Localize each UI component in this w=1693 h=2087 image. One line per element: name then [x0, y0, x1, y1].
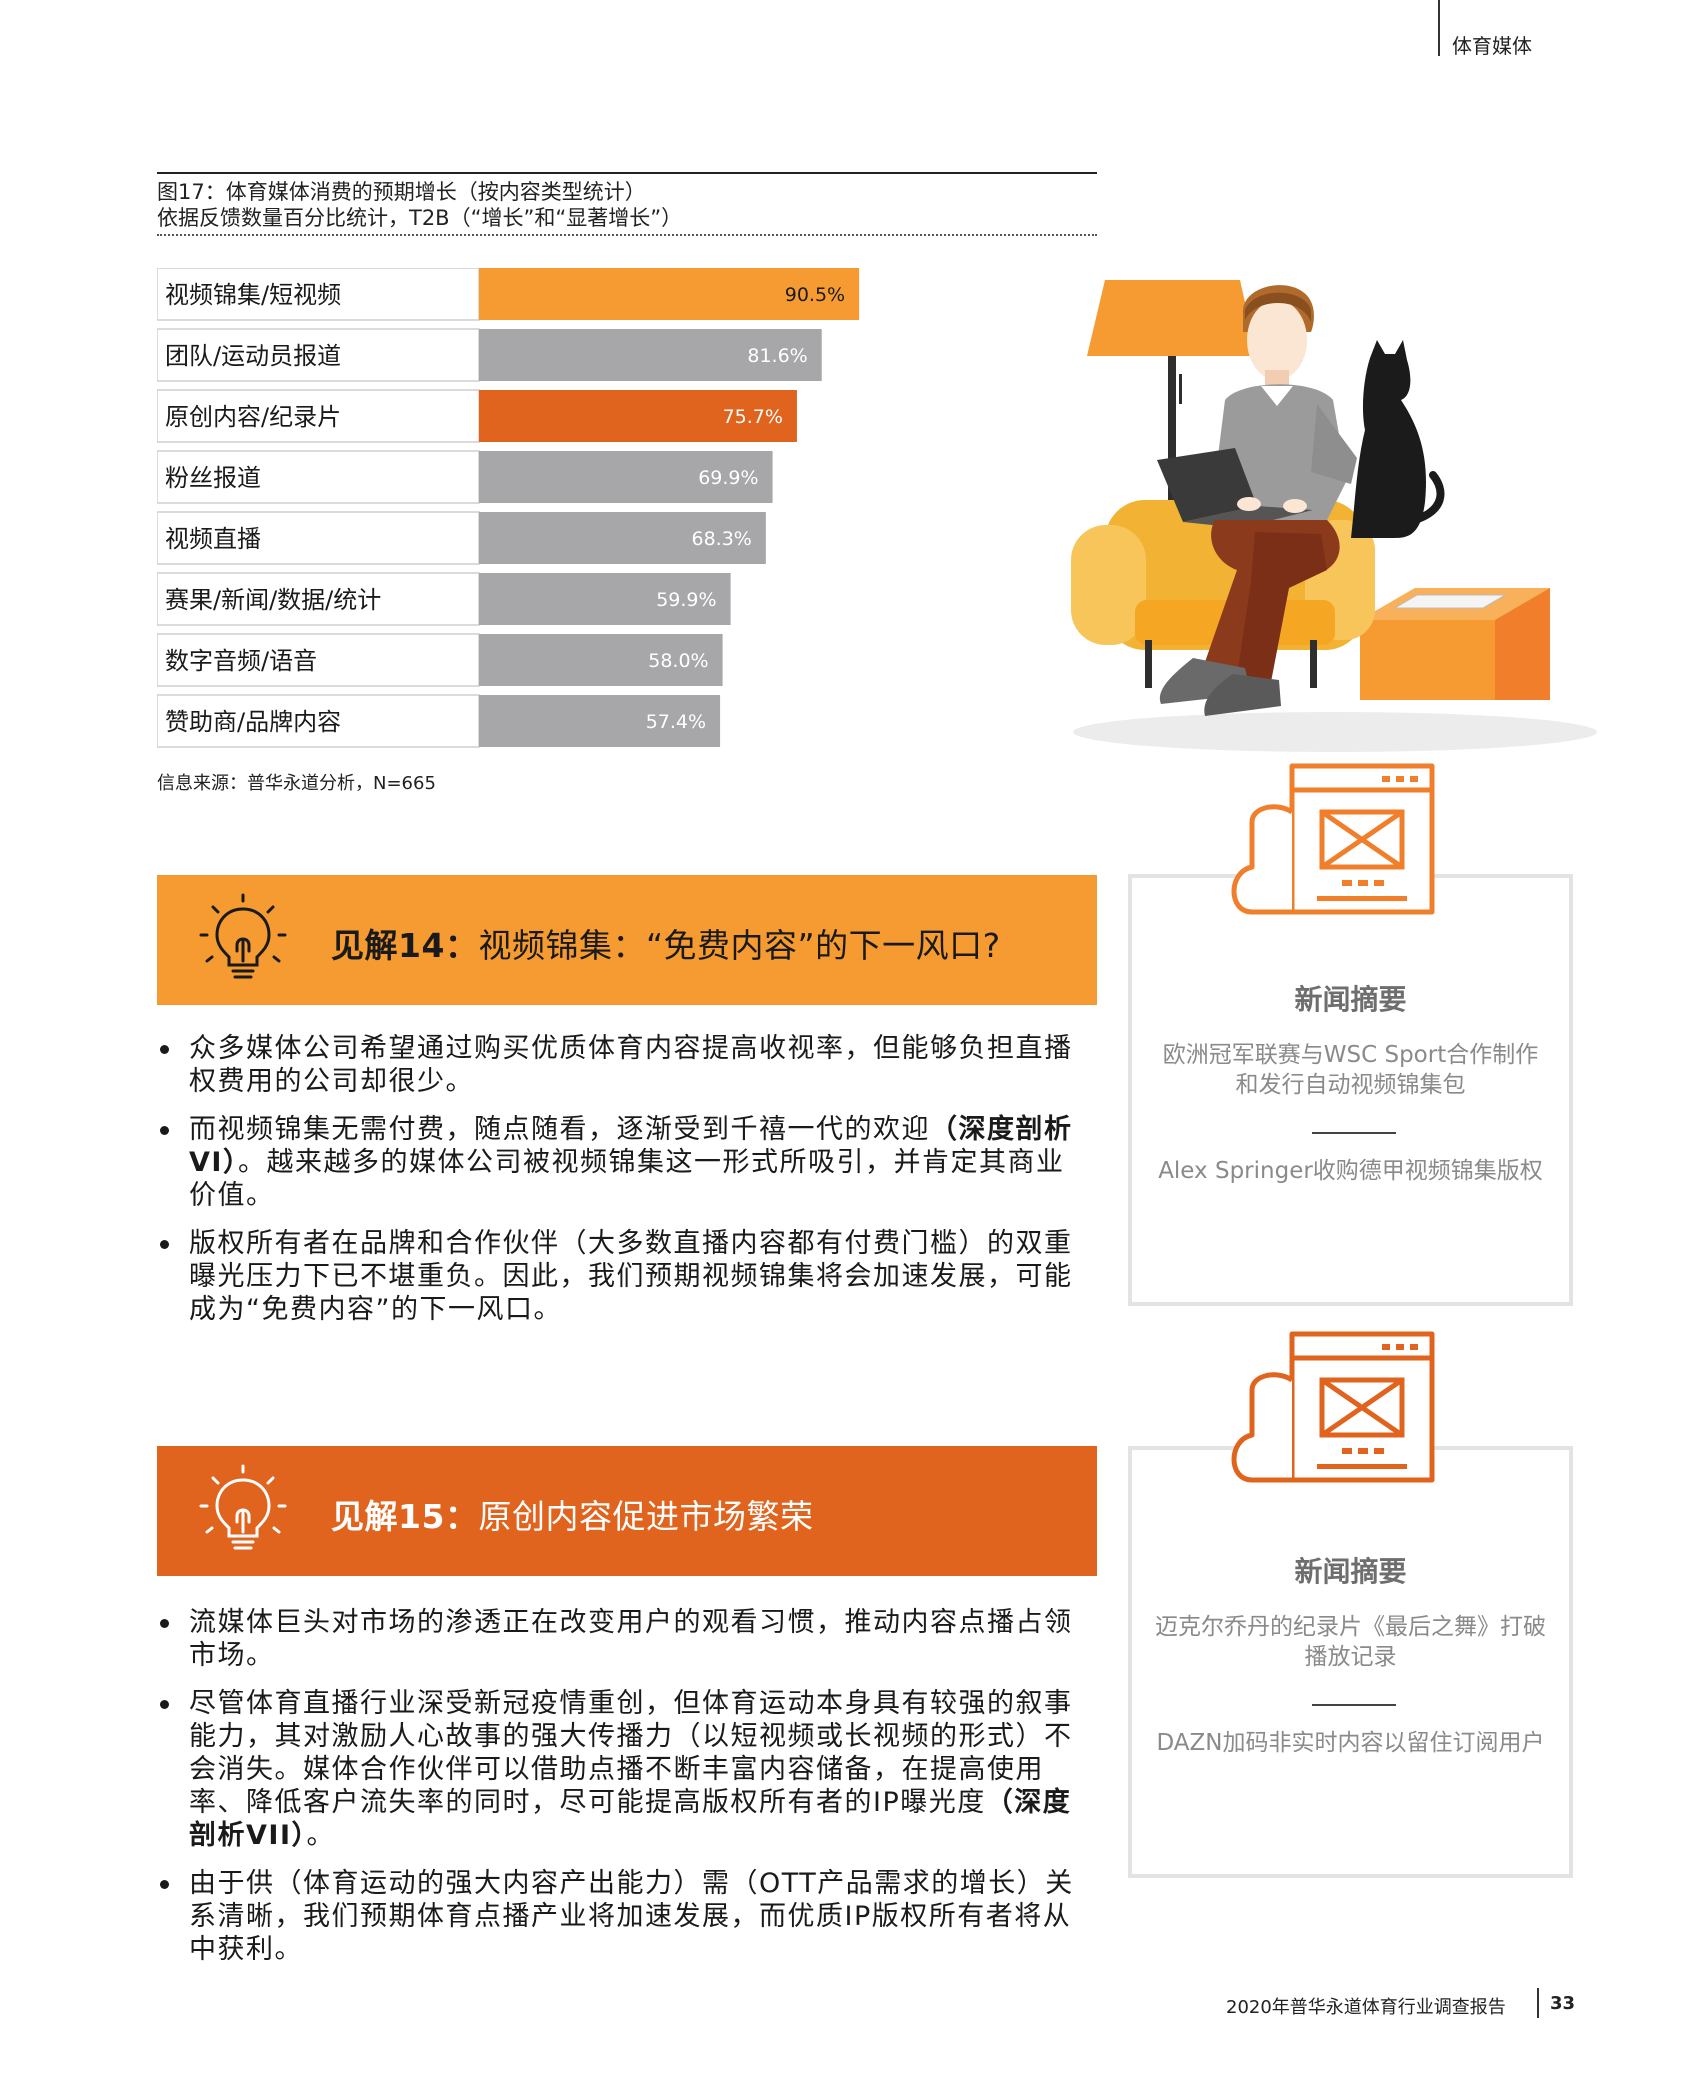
- bar-value-label: 57.4%: [646, 711, 706, 733]
- newspaper-icon: [1231, 763, 1435, 915]
- list-item: 尽管体育直播行业深受新冠疫情重创，但体育运动本身具有较强的叙事能力，其对激励人心…: [157, 1687, 1092, 1852]
- insight-15-number: 见解15：: [331, 1497, 479, 1536]
- news-heading: 新闻摘要: [1294, 1555, 1407, 1588]
- bar-value-label: 58.0%: [648, 650, 708, 672]
- person-with-laptop-illustration: [1071, 280, 1597, 752]
- page-number: 33: [1550, 1993, 1576, 2014]
- news-summary-box: 新闻摘要 欧洲冠军联赛与WSC Sport合作制作和发行自动视频锦集包 Alex…: [1128, 874, 1573, 1306]
- footer-report-title: 2020年普华永道体育行业调查报告: [1226, 1997, 1506, 2018]
- bar-value-label: 69.9%: [698, 467, 758, 489]
- figure-dotted-rule: [157, 234, 1097, 236]
- category-label: 视频锦集/短视频: [165, 281, 341, 309]
- section-title: 体育媒体: [1452, 34, 1532, 58]
- lightbulb-icon: [199, 893, 287, 979]
- insight-15-text: 原创内容促进市场繁荣: [478, 1497, 814, 1536]
- bar-value-label: 59.9%: [656, 589, 716, 611]
- category-label: 数字音频/语音: [165, 647, 317, 675]
- insight-15-banner: 见解15：原创内容促进市场繁荣: [157, 1446, 1097, 1576]
- news-heading: 新闻摘要: [1294, 983, 1407, 1016]
- header-rule: [1438, 0, 1440, 56]
- news-item: 迈克尔乔丹的纪录片《最后之舞》打破播放记录: [1155, 1614, 1546, 1670]
- footer-rule: [1537, 1988, 1539, 2018]
- news-divider: [1312, 1132, 1396, 1134]
- bar-value-label: 75.7%: [723, 406, 783, 428]
- category-label: 粉丝报道: [165, 464, 261, 492]
- news-item: DAZN加码非实时内容以留住订阅用户: [1156, 1730, 1545, 1756]
- lightbulb-icon: [199, 1464, 287, 1550]
- category-label: 视频直播: [165, 525, 261, 553]
- insight-14-banner: 见解14：视频锦集：“免费内容”的下一风口?: [157, 875, 1097, 1005]
- news-summary-box: 新闻摘要 迈克尔乔丹的纪录片《最后之舞》打破播放记录 DAZN加码非实时内容以留…: [1128, 1446, 1573, 1878]
- list-item: 而视频锦集无需付费，随点随看，逐渐受到千禧一代的欢迎（深度剖析VI）。越来越多的…: [157, 1113, 1092, 1212]
- category-label: 赞助商/品牌内容: [165, 708, 341, 736]
- newspaper-icon: [1231, 1331, 1435, 1483]
- bar-value-label: 90.5%: [785, 284, 845, 306]
- bar-value-label: 68.3%: [692, 528, 752, 550]
- insight-15-title: 见解15：原创内容促进市场繁荣: [331, 1490, 813, 1538]
- insight-14-text: 视频锦集：“免费内容”的下一风口?: [478, 926, 1001, 965]
- list-item: 版权所有者在品牌和合作伙伴（大多数直播内容都有付费门槛）的双重曝光压力下已不堪重…: [157, 1227, 1092, 1326]
- news-item: Alex Springer收购德甲视频锦集版权: [1158, 1158, 1543, 1184]
- figure-source: 信息来源：普华永道分析，N=665: [157, 773, 436, 794]
- insight-15-bullets: 流媒体巨头对市场的渗透正在改变用户的观看习惯，推动内容点播占领市场。 尽管体育直…: [157, 1606, 1092, 1981]
- bar-chart: 视频锦集/短视频 90.5% 团队/运动员报道 81.6% 原创内容/纪录片 75.7% 粉…: [157, 268, 860, 748]
- insight-14-number: 见解14：: [331, 926, 479, 965]
- list-item: 流媒体巨头对市场的渗透正在改变用户的观看习惯，推动内容点播占领市场。: [157, 1606, 1092, 1672]
- category-label: 团队/运动员报道: [165, 342, 341, 370]
- insight-14-bullets: 众多媒体公司希望通过购买优质体育内容提高收视率，但能够负担直播权费用的公司却很少…: [157, 1032, 1092, 1341]
- list-item: 由于供（体育运动的强大内容产出能力）需（OTT产品需求的增长）关系清晰，我们预期…: [157, 1867, 1092, 1966]
- figure-subtitle: 依据反馈数量百分比统计，T2B（“增长”和“显著增长”）: [157, 206, 683, 230]
- news-divider: [1312, 1704, 1396, 1706]
- figure-title: 图17：体育媒体消费的预期增长（按内容类型统计）: [157, 180, 646, 204]
- category-label: 赛果/新闻/数据/统计: [165, 586, 381, 614]
- category-label: 原创内容/纪录片: [165, 403, 341, 431]
- figure-top-rule: [157, 172, 1097, 174]
- news-item: 欧洲冠军联赛与WSC Sport合作制作和发行自动视频锦集包: [1162, 1042, 1539, 1098]
- list-item: 众多媒体公司希望通过购买优质体育内容提高收视率，但能够负担直播权费用的公司却很少…: [157, 1032, 1092, 1098]
- bar-value-label: 81.6%: [747, 345, 807, 367]
- insight-14-title: 见解14：视频锦集：“免费内容”的下一风口?: [331, 919, 1001, 967]
